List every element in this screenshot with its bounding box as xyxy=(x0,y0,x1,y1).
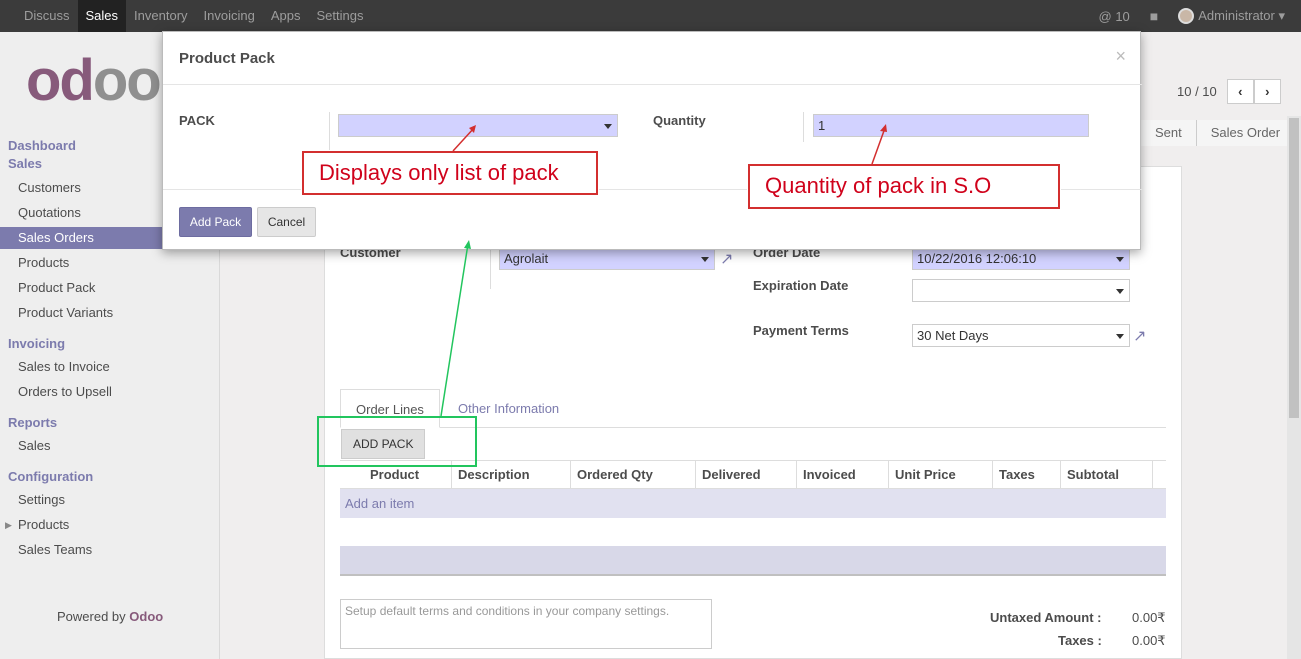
sidebar-section-reports: Reports xyxy=(8,415,58,430)
payment-terms-label: Payment Terms xyxy=(753,323,849,338)
menu-inventory[interactable]: Inventory xyxy=(126,0,195,32)
pager-prev-button[interactable]: ‹ xyxy=(1226,79,1254,104)
top-navbar: Discuss Sales Inventory Invoicing Apps S… xyxy=(0,0,1301,32)
sidebar-item-orders-to-upsell[interactable]: Orders to Upsell xyxy=(0,381,220,403)
sidebar-section-sales: Sales xyxy=(8,156,42,171)
sidebar-item-config-products[interactable]: ▶ Products xyxy=(0,514,220,536)
terms-textarea[interactable]: Setup default terms and conditions in yo… xyxy=(340,599,712,649)
col-invoiced[interactable]: Invoiced xyxy=(796,461,856,488)
dropdown-caret-icon xyxy=(1116,289,1124,294)
dropdown-caret-icon xyxy=(604,124,612,129)
sidebar-section-dashboard[interactable]: Dashboard xyxy=(8,138,76,153)
external-link-icon[interactable]: ↗ xyxy=(1133,326,1151,345)
product-pack-dialog: Product Pack × PACK Quantity 1 Add Pack … xyxy=(162,31,1142,250)
quantity-label: Quantity xyxy=(653,113,706,128)
order-lines-footer xyxy=(340,546,1166,576)
scrollbar-thumb[interactable] xyxy=(1289,118,1299,418)
expiration-date-label: Expiration Date xyxy=(753,278,849,293)
powered-by[interactable]: Powered by Odoo xyxy=(57,609,163,624)
col-delivered[interactable]: Delivered xyxy=(695,461,761,488)
user-menu[interactable]: Administrator ▾ xyxy=(1178,8,1285,25)
dropdown-caret-icon xyxy=(1116,334,1124,339)
pack-label: PACK xyxy=(179,113,215,128)
pager-value[interactable]: 10 / 10 xyxy=(1177,84,1217,99)
sidebar-item-reports-sales[interactable]: Sales xyxy=(0,435,220,457)
add-pack-confirm-button[interactable]: Add Pack xyxy=(179,207,252,237)
sidebar-section-configuration: Configuration xyxy=(8,469,94,484)
col-taxes[interactable]: Taxes xyxy=(992,461,1035,488)
sidebar-item-product-pack[interactable]: Product Pack xyxy=(0,277,220,299)
add-item-link[interactable]: Add an item xyxy=(340,489,1166,518)
caret-right-icon: ▶ xyxy=(5,520,12,530)
pager-next-button[interactable]: › xyxy=(1253,79,1281,104)
sidebar-item-settings[interactable]: Settings xyxy=(0,489,220,511)
menu-invoicing[interactable]: Invoicing xyxy=(196,0,263,32)
sidebar-section-invoicing: Invoicing xyxy=(8,336,66,351)
odoo-logo[interactable]: odoo xyxy=(26,52,162,110)
cancel-button[interactable]: Cancel xyxy=(257,207,316,237)
statusbar: Sent Sales Order xyxy=(1140,120,1295,146)
user-name: Administrator xyxy=(1198,7,1275,23)
sidebar-item-product-variants[interactable]: Product Variants xyxy=(0,302,220,324)
dropdown-caret-icon xyxy=(1116,257,1124,262)
taxes-value: 0.00₹ xyxy=(1132,633,1166,648)
menu-discuss[interactable]: Discuss xyxy=(16,0,78,32)
add-pack-highlight xyxy=(317,416,477,467)
separator xyxy=(803,112,804,142)
chat-icon[interactable]: ■ xyxy=(1150,8,1158,24)
expiration-date-field[interactable] xyxy=(912,279,1130,302)
menu-sales[interactable]: Sales xyxy=(77,0,127,32)
pack-annotation: Displays only list of pack xyxy=(302,151,598,195)
status-sales-order[interactable]: Sales Order xyxy=(1195,120,1295,146)
col-ordered-qty[interactable]: Ordered Qty xyxy=(570,461,653,488)
page-scrollbar[interactable] xyxy=(1287,116,1301,659)
close-icon[interactable]: × xyxy=(1115,46,1126,67)
pager: 10 / 10 ‹ › xyxy=(1177,79,1281,104)
dialog-header: Product Pack × xyxy=(163,32,1142,85)
top-right-area: @ 10 ■ Administrator ▾ xyxy=(1099,0,1285,32)
dropdown-caret-icon xyxy=(701,257,709,262)
avatar xyxy=(1178,8,1195,25)
col-trash xyxy=(1152,461,1166,488)
status-sent[interactable]: Sent xyxy=(1140,120,1196,146)
untaxed-amount-value: 0.00₹ xyxy=(1132,610,1166,625)
quantity-input[interactable]: 1 xyxy=(813,114,1089,137)
sidebar-item-products[interactable]: Products xyxy=(0,252,220,274)
col-subtotal[interactable]: Subtotal xyxy=(1060,461,1119,488)
pack-select[interactable] xyxy=(338,114,618,137)
payment-terms-field[interactable]: 30 Net Days xyxy=(912,324,1130,347)
menu-settings[interactable]: Settings xyxy=(308,0,371,32)
quantity-annotation: Quantity of pack in S.O xyxy=(748,164,1060,209)
sidebar-item-sales-teams[interactable]: Sales Teams xyxy=(0,539,220,561)
untaxed-amount-label: Untaxed Amount : xyxy=(990,610,1102,625)
notifications-counter[interactable]: @ 10 xyxy=(1099,9,1130,24)
menu-apps[interactable]: Apps xyxy=(263,0,309,32)
sidebar-item-sales-to-invoice[interactable]: Sales to Invoice xyxy=(0,356,220,378)
taxes-label: Taxes : xyxy=(1058,633,1102,648)
external-link-icon[interactable]: ↗ xyxy=(720,249,738,268)
dialog-title: Product Pack xyxy=(179,50,275,67)
caret-down-icon: ▾ xyxy=(1278,7,1285,23)
top-menu: Discuss Sales Inventory Invoicing Apps S… xyxy=(16,0,371,32)
col-unit-price[interactable]: Unit Price xyxy=(888,461,956,488)
